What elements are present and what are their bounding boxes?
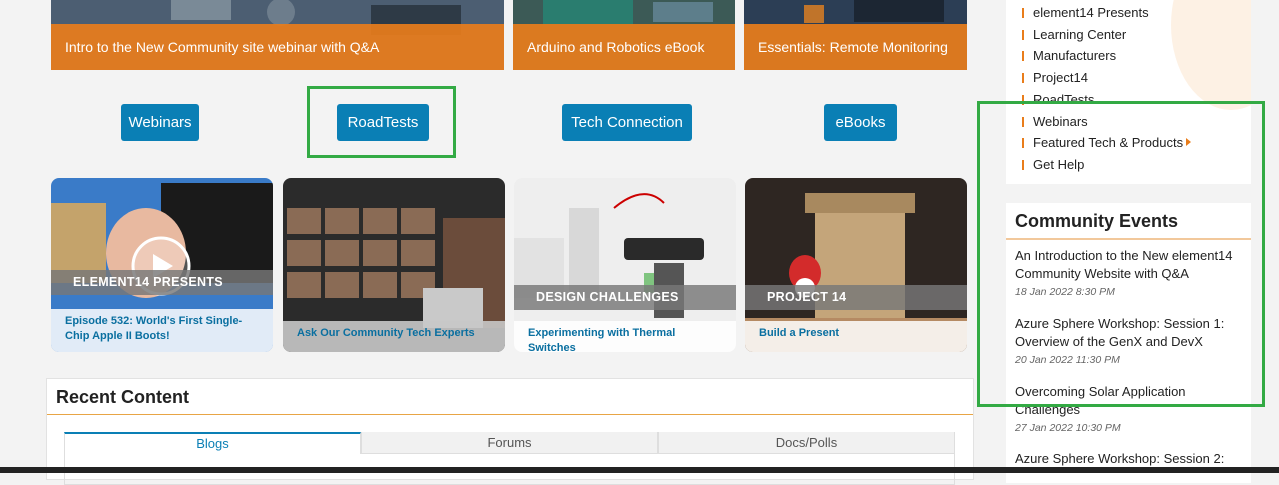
tile-element14-presents[interactable]: ELEMENT14 PRESENTS Episode 532: World's … [51,178,273,352]
ebooks-button[interactable]: eBooks [824,104,897,141]
section-title: Community Events [1015,211,1179,231]
tile-band: ELEMENT14 PRESENTS [51,270,273,295]
community-events-panel: Community Events An Introduction to the … [1006,203,1251,483]
divider [1006,238,1251,240]
webinars-button[interactable]: Webinars [121,104,199,141]
event-title[interactable]: Overcoming Solar Application Challenges [1015,383,1235,419]
event-title[interactable]: An Introduction to the New element14 Com… [1015,247,1235,283]
event-date: 27 Jan 2022 10:30 PM [1015,422,1121,434]
divider [47,414,973,415]
banner-caption[interactable]: Essentials: Remote Monitoring [744,24,967,70]
event-title[interactable]: Azure Sphere Workshop: Session 2: [1015,450,1235,468]
tile-link[interactable]: Episode 532: World's First Single-Chip A… [51,309,273,352]
sidebar-item-get-help[interactable]: Get Help [1022,154,1191,176]
tile-design-challenges[interactable]: DESIGN CHALLENGES Experimenting with The… [514,178,736,352]
arrow-right-icon [1186,138,1192,147]
sidebar-item-project14[interactable]: Project14 [1022,67,1191,89]
recent-content-panel: Recent Content Blogs Forums Docs/Polls [46,378,974,485]
tile-link[interactable]: Ask Our Community Tech Experts [283,321,505,352]
sidebar-nav: element14 Presents Learning Center Manuf… [1022,2,1192,176]
sidebar-item-manufacturers[interactable]: Manufacturers [1022,45,1191,67]
event-title[interactable]: Azure Sphere Workshop: Session 1: Overvi… [1015,315,1235,351]
sidebar-item-learning-center[interactable]: Learning Center [1022,24,1191,46]
event-item: Overcoming Solar Application Challenges … [1015,383,1235,434]
sidebar-item-roadtests[interactable]: RoadTests [1022,89,1191,111]
banner-arduino-ebook[interactable]: Arduino and Robotics eBook [513,0,735,70]
event-item: An Introduction to the New element14 Com… [1015,247,1235,298]
banner-remote-monitoring[interactable]: Essentials: Remote Monitoring [744,0,967,70]
tile-project14[interactable]: PROJECT 14 Build a Present [745,178,967,352]
banner-caption[interactable]: Intro to the New Community site webinar … [51,24,504,70]
tab-forums[interactable]: Forums [361,432,658,454]
sidebar-item-element14-presents[interactable]: element14 Presents [1022,2,1191,24]
sidebar-item-featured-tech[interactable]: Featured Tech & Products [1022,132,1192,154]
event-date: 18 Jan 2022 8:30 PM [1015,286,1115,298]
banner-webinar-intro[interactable]: Intro to the New Community site webinar … [51,0,504,70]
section-title: Recent Content [56,387,190,407]
roadtests-button[interactable]: RoadTests [337,104,429,141]
tab-docs-polls[interactable]: Docs/Polls [658,432,955,454]
tile-tech-experts[interactable]: Ask Our Community Tech Experts [283,178,505,352]
event-date: 20 Jan 2022 11:30 PM [1015,354,1120,366]
bottom-bar [0,467,1279,473]
event-item: Azure Sphere Workshop: Session 2: [1015,450,1235,468]
sidebar-nav-card: element14 Presents Learning Center Manuf… [1006,0,1251,184]
tech-connection-button[interactable]: Tech Connection [562,104,692,141]
event-item: Azure Sphere Workshop: Session 1: Overvi… [1015,315,1235,366]
tile-band: DESIGN CHALLENGES [514,285,736,310]
tile-band: PROJECT 14 [745,285,967,310]
banner-caption[interactable]: Arduino and Robotics eBook [513,24,735,70]
content-tabs: Blogs Forums Docs/Polls [64,432,955,454]
tile-link[interactable]: Build a Present [745,321,967,352]
tile-link[interactable]: Experimenting with Thermal Switches [514,321,736,352]
sidebar-item-label: Featured Tech & Products [1033,135,1184,151]
tab-blogs[interactable]: Blogs [64,432,361,454]
sidebar-item-webinars[interactable]: Webinars [1022,111,1191,133]
